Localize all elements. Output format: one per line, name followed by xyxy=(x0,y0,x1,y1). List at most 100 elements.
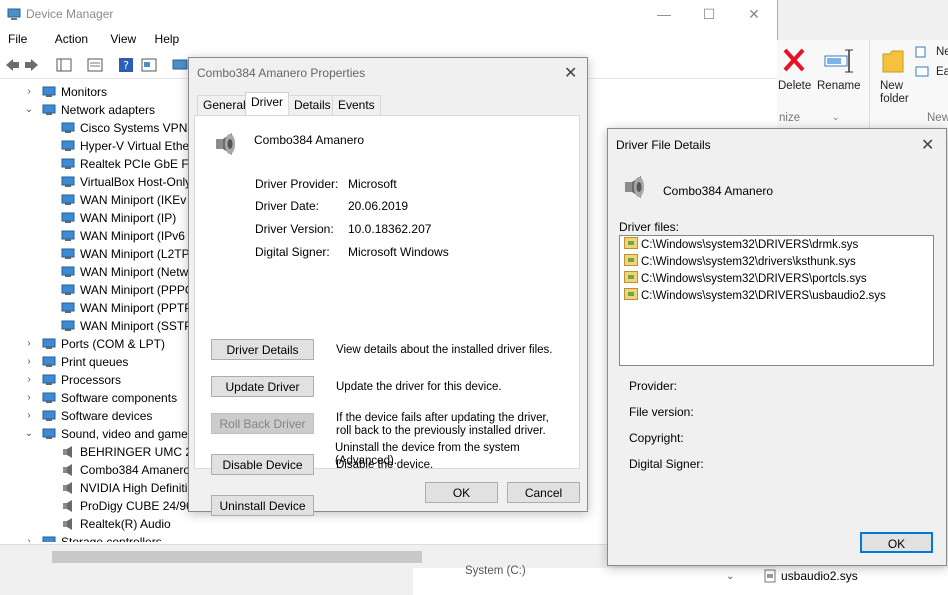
device-category-icon xyxy=(42,104,56,115)
tree-node[interactable]: Hyper-V Virtual Ethe xyxy=(0,137,190,155)
tree-node[interactable]: Realtek(R) Audio xyxy=(0,515,190,533)
tree-node[interactable]: WAN Miniport (IPv6 xyxy=(0,227,190,245)
device-icon xyxy=(61,122,75,133)
ok-button[interactable]: OK xyxy=(425,482,498,503)
cancel-button[interactable]: Cancel xyxy=(507,482,580,503)
delete-button[interactable]: Delete xyxy=(778,80,811,92)
list-item[interactable]: C:\Windows\system32\drivers\ksthunk.sys xyxy=(624,254,856,271)
menu-view[interactable]: View xyxy=(98,29,143,46)
chevron-right-icon[interactable]: › xyxy=(24,533,34,542)
tree-node[interactable]: WAN Miniport (IP) xyxy=(0,209,190,227)
tree-node[interactable]: › Software devices xyxy=(0,407,190,425)
tree-node[interactable]: WAN Miniport (PPTP xyxy=(0,299,190,317)
list-item[interactable]: C:\Windows\system32\DRIVERS\usbaudio2.sy… xyxy=(624,288,886,305)
easy-access-button[interactable]: Ea xyxy=(936,66,948,78)
minimize-button[interactable]: — xyxy=(641,0,687,28)
tree-node[interactable]: › Processors xyxy=(0,371,190,389)
menu-bar: File Action View Help xyxy=(0,29,777,51)
driver-version-value: 10.0.18362.207 xyxy=(348,222,432,236)
close-button[interactable]: ✕ xyxy=(731,0,777,28)
tree-node[interactable]: › Ports (COM & LPT) xyxy=(0,335,190,353)
tree-node[interactable]: WAN Miniport (IKEv xyxy=(0,191,190,209)
tree-node-label: WAN Miniport (IPv6 xyxy=(80,229,185,243)
scan-hardware-icon[interactable] xyxy=(141,57,157,73)
tree-node[interactable]: › Monitors xyxy=(0,83,190,101)
properties-pane-icon[interactable] xyxy=(56,57,72,73)
new-folder-icon[interactable] xyxy=(881,46,905,74)
list-item[interactable]: C:\Windows\system32\DRIVERS\drmk.sys xyxy=(624,237,858,254)
ok-button[interactable]: OK xyxy=(860,532,933,553)
driver-files-list[interactable]: C:\Windows\system32\DRIVERS\drmk.sys C:\… xyxy=(619,235,934,366)
tree-node[interactable]: VirtualBox Host-Only xyxy=(0,173,190,191)
rename-button[interactable]: Rename xyxy=(817,80,860,92)
help-icon[interactable]: ? xyxy=(118,57,134,73)
driver-details-description: View details about the installed driver … xyxy=(336,344,553,356)
tree-node[interactable]: › Print queues xyxy=(0,353,190,371)
scrollbar-thumb[interactable] xyxy=(52,551,422,563)
tab-driver[interactable]: Driver xyxy=(245,92,289,116)
tree-node[interactable]: WAN Miniport (Netw xyxy=(0,263,190,281)
chevron-down-icon[interactable]: ⌄ xyxy=(24,425,34,443)
device-category-icon xyxy=(42,536,56,542)
chevron-right-icon[interactable]: › xyxy=(24,389,34,407)
new-item-icon[interactable] xyxy=(915,46,929,58)
uninstall-device-button[interactable]: Uninstall Device xyxy=(211,495,314,516)
new-item-button[interactable]: Ne xyxy=(936,46,948,58)
chevron-right-icon[interactable]: › xyxy=(24,371,34,389)
menu-file[interactable]: File xyxy=(0,29,34,46)
computer-icon[interactable] xyxy=(172,57,188,73)
close-icon[interactable]: ✕ xyxy=(564,63,577,83)
tree-node[interactable]: WAN Miniport (L2TP xyxy=(0,245,190,263)
file-item-usbaudio2[interactable]: usbaudio2.sys xyxy=(781,569,858,583)
menu-help[interactable]: Help xyxy=(147,29,187,46)
device-icon xyxy=(61,158,75,169)
tree-node[interactable]: Cisco Systems VPN A xyxy=(0,119,190,137)
device-icon xyxy=(61,212,75,223)
window-title: Device Manager xyxy=(26,7,114,21)
chevron-right-icon[interactable]: › xyxy=(24,353,34,371)
tab-events[interactable]: Events xyxy=(332,95,381,115)
file-path: C:\Windows\system32\DRIVERS\drmk.sys xyxy=(641,239,859,251)
tree-node[interactable]: WAN Miniport (PPPO xyxy=(0,281,190,299)
list-item[interactable]: C:\Windows\system32\DRIVERS\portcls.sys xyxy=(624,271,867,288)
tree-node-label: WAN Miniport (SSTP xyxy=(80,319,190,333)
delete-icon[interactable] xyxy=(781,46,807,74)
tab-general[interactable]: General xyxy=(197,95,252,115)
file-path: C:\Windows\system32\drivers\ksthunk.sys xyxy=(641,256,856,268)
chevron-right-icon[interactable]: › xyxy=(24,407,34,425)
rename-icon[interactable] xyxy=(823,46,855,74)
update-driver-button[interactable]: Update Driver xyxy=(211,376,314,397)
drive-item[interactable]: System (C:) xyxy=(465,565,526,577)
menu-action[interactable]: Action xyxy=(38,29,95,46)
new-folder-button[interactable]: New folder xyxy=(880,80,909,106)
tree-node-label: WAN Miniport (PPPO xyxy=(80,283,190,297)
tree-node[interactable]: Realtek PCIe GbE Far xyxy=(0,155,190,173)
device-tree: › Monitors ⌄ Network adapters Cisco Systems … xyxy=(0,82,190,542)
tree-node[interactable]: ⌄ Sound, video and game xyxy=(0,425,190,443)
list-view-icon[interactable] xyxy=(87,57,103,73)
driver-tab-panel: Combo384 Amanero Driver Provider: Micros… xyxy=(194,115,580,516)
driver-details-button[interactable]: Driver Details xyxy=(211,339,314,360)
easy-access-icon[interactable] xyxy=(915,66,929,78)
copyright-label: Copyright: xyxy=(629,431,684,445)
tree-node[interactable]: ProDigy CUBE 24/96 xyxy=(0,497,190,515)
tree-node[interactable]: › Storage controllers xyxy=(0,533,190,542)
chevron-down-icon[interactable]: ⌄ xyxy=(726,571,734,582)
forward-arrow-icon[interactable] xyxy=(24,57,40,73)
chevron-right-icon[interactable]: › xyxy=(24,83,34,101)
back-arrow-icon[interactable] xyxy=(4,57,20,73)
roll-back-driver-button[interactable]: Roll Back Driver xyxy=(211,413,314,434)
close-icon[interactable]: ✕ xyxy=(921,135,934,155)
tab-details[interactable]: Details xyxy=(288,95,337,115)
chevron-right-icon[interactable]: › xyxy=(24,335,34,353)
chevron-down-icon[interactable]: ⌄ xyxy=(24,101,34,119)
tree-node[interactable]: › Software components xyxy=(0,389,190,407)
chevron-down-icon[interactable]: ⌄ xyxy=(832,112,840,123)
tree-node[interactable]: Combo384 Amanero xyxy=(0,461,190,479)
disable-device-button[interactable]: Disable Device xyxy=(211,454,314,475)
maximize-button[interactable]: ☐ xyxy=(686,0,732,28)
tree-node[interactable]: NVIDIA High Definiti xyxy=(0,479,190,497)
tree-node[interactable]: BEHRINGER UMC 20 xyxy=(0,443,190,461)
tree-node[interactable]: ⌄ Network adapters xyxy=(0,101,190,119)
tree-node[interactable]: WAN Miniport (SSTP xyxy=(0,317,190,335)
